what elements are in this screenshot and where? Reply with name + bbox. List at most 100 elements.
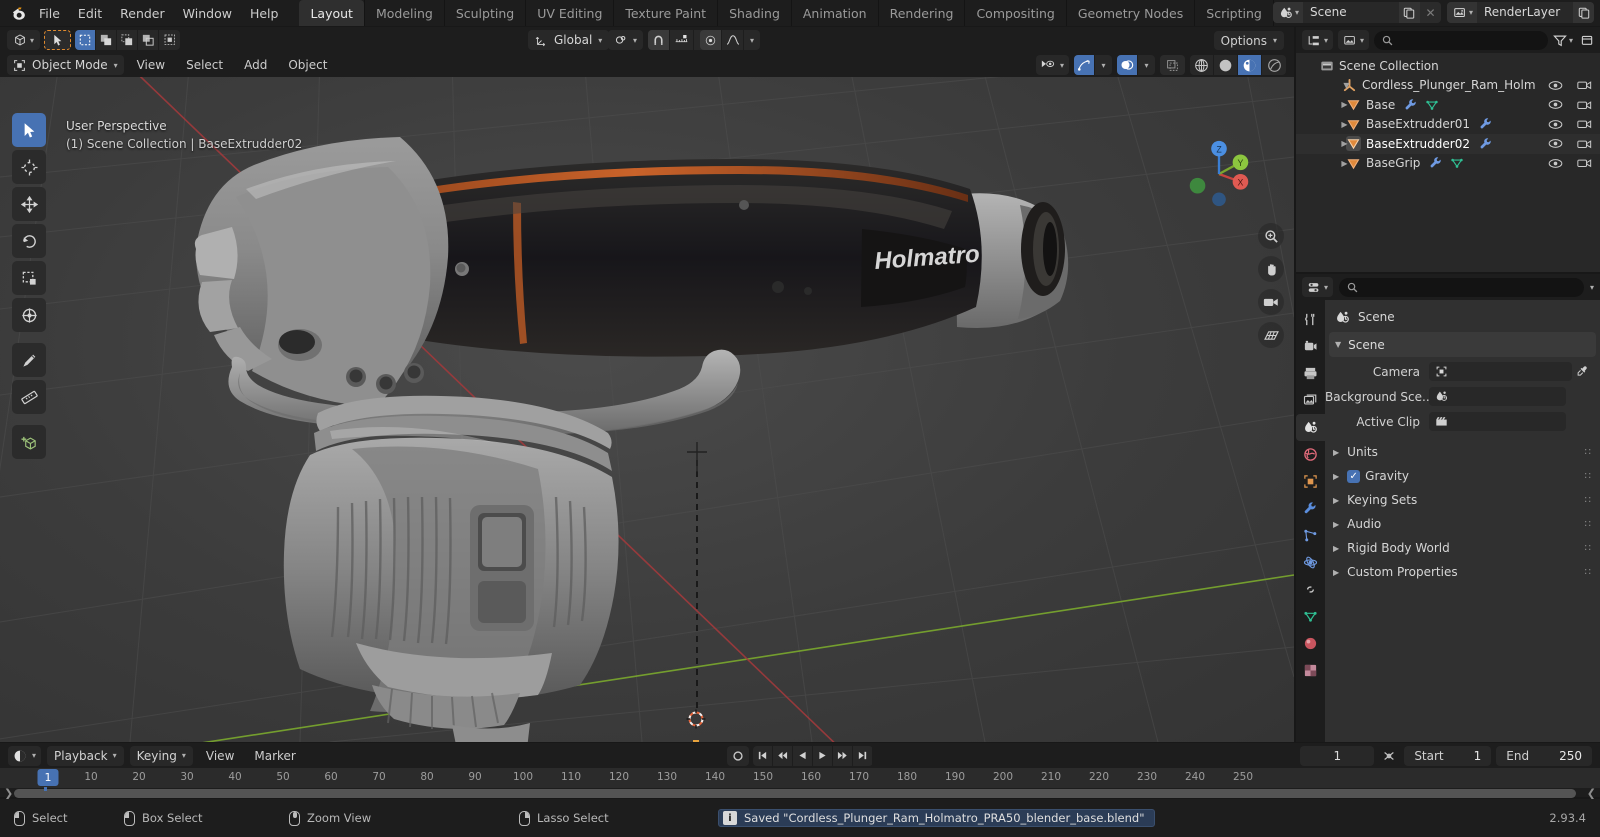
- outliner-row-baseextrudder01[interactable]: ▶ BaseExtrudder01: [1296, 115, 1600, 135]
- timeline-menu-view[interactable]: View: [199, 747, 241, 765]
- jump-to-start-icon[interactable]: [753, 745, 773, 766]
- properties-tab-physics[interactable]: [1296, 549, 1325, 576]
- workspace-tab-sculpting[interactable]: Sculpting: [443, 0, 525, 26]
- menu-help[interactable]: Help: [241, 3, 288, 24]
- outliner-row-basegrip[interactable]: ▶ BaseGrip: [1296, 154, 1600, 174]
- menu-render[interactable]: Render: [111, 3, 174, 24]
- tool-measure[interactable]: [12, 380, 46, 414]
- panel-audio[interactable]: ▶ Audio ∷: [1325, 512, 1600, 536]
- hide-in-viewport-eye-icon[interactable]: [1548, 119, 1563, 130]
- menu-window[interactable]: Window: [174, 3, 241, 24]
- menu-edit[interactable]: Edit: [69, 3, 111, 24]
- viewlayer-name[interactable]: RenderLayer: [1477, 2, 1573, 23]
- smooth-falloff-icon[interactable]: [722, 30, 744, 50]
- viewport-canvas[interactable]: Holmatro User Perspective (1) Scene Coll…: [0, 77, 1294, 742]
- select-difference-icon[interactable]: [159, 30, 180, 50]
- gizmo-chevron-down-icon[interactable]: ▾: [1095, 55, 1112, 75]
- viewport-menu-object[interactable]: Object: [280, 56, 335, 74]
- record-icon[interactable]: [727, 745, 749, 766]
- properties-tab-tool[interactable]: [1296, 306, 1325, 333]
- xray-toggle[interactable]: [1160, 55, 1185, 75]
- workspace-tab-shading[interactable]: Shading: [717, 0, 791, 26]
- properties-header-chevron-icon[interactable]: ▾: [1590, 283, 1594, 292]
- outliner-row-scene-collection[interactable]: Scene Collection: [1296, 56, 1600, 76]
- hide-in-viewport-eye-icon[interactable]: [1548, 80, 1563, 91]
- transform-orientation-dropdown[interactable]: Global ▾: [528, 30, 610, 50]
- panel-units[interactable]: ▶ Units ∷: [1325, 440, 1600, 464]
- pan-hand-icon[interactable]: [1258, 256, 1284, 282]
- overlays-chevron-down-icon[interactable]: ▾: [1138, 55, 1155, 75]
- prev-keyframe-icon[interactable]: [773, 745, 793, 766]
- panel-keying-sets[interactable]: ▶ Keying Sets ∷: [1325, 488, 1600, 512]
- disclosure-triangle-closed[interactable]: ▶: [1338, 100, 1351, 109]
- workspace-tab-layout[interactable]: Layout: [299, 0, 364, 26]
- jump-to-end-icon[interactable]: [853, 745, 873, 766]
- disable-in-renders-camera-icon[interactable]: [1577, 79, 1592, 91]
- tool-cursor[interactable]: [12, 150, 46, 184]
- tool-scale[interactable]: [12, 261, 46, 295]
- frame-range-field[interactable]: Start 1: [1404, 745, 1492, 766]
- rendered-icon[interactable]: [1262, 55, 1286, 75]
- outliner-row-baseextrudder02[interactable]: ▶ BaseExtrudder02: [1296, 134, 1600, 154]
- panel-custom-properties[interactable]: ▶ Custom Properties ∷: [1325, 560, 1600, 584]
- snap-increment-icon[interactable]: [670, 30, 694, 50]
- outliner-editor-type-button[interactable]: ▾: [1302, 30, 1334, 50]
- panel-rigid-body-world[interactable]: ▶ Rigid Body World ∷: [1325, 536, 1600, 560]
- panel-disclosure-open-icon[interactable]: ▼: [1335, 340, 1341, 349]
- blender-logo-icon[interactable]: [8, 2, 30, 24]
- proportional-edit-icon[interactable]: [700, 30, 722, 50]
- properties-tab-view-layer[interactable]: [1296, 387, 1325, 414]
- outliner-row-cordless-plunger[interactable]: ▼ Cordless_Plunger_Ram_Holm: [1296, 76, 1600, 96]
- frame-end-field[interactable]: End 250: [1496, 745, 1592, 766]
- sync-icon[interactable]: [1379, 749, 1399, 763]
- eyedropper-icon[interactable]: [1572, 365, 1592, 378]
- workspace-tab-texture-paint[interactable]: Texture Paint: [613, 0, 717, 26]
- pivot-point-dropdown[interactable]: ▾: [608, 30, 644, 50]
- wrench-icon[interactable]: [1404, 98, 1418, 112]
- properties-tab-render[interactable]: [1296, 333, 1325, 360]
- select-subtract-icon[interactable]: [117, 30, 139, 50]
- tool-annotate[interactable]: [12, 343, 46, 377]
- workspace-tab-uv-editing[interactable]: UV Editing: [525, 0, 613, 26]
- workspace-tab-scripting[interactable]: Scripting: [1194, 0, 1273, 26]
- playhead[interactable]: 1: [37, 769, 59, 786]
- tool-transform[interactable]: [12, 298, 46, 332]
- panel-disclosure-closed-icon[interactable]: ▶: [1333, 496, 1339, 505]
- disclosure-triangle-closed[interactable]: ▶: [1338, 159, 1351, 168]
- mesh-data-icon[interactable]: [1450, 156, 1464, 170]
- properties-tab-texture[interactable]: [1296, 657, 1325, 684]
- select-tool-active[interactable]: [44, 30, 72, 50]
- tool-move[interactable]: [12, 187, 46, 221]
- disable-in-renders-camera-icon[interactable]: [1577, 99, 1592, 111]
- properties-tab-object[interactable]: [1296, 468, 1325, 495]
- unlink-scene-button[interactable]: ✕: [1419, 2, 1441, 23]
- scene-name[interactable]: Scene: [1303, 2, 1399, 23]
- panel-disclosure-closed-icon[interactable]: ▶: [1333, 544, 1339, 553]
- hide-in-viewport-eye-icon[interactable]: [1548, 138, 1563, 149]
- navigation-gizmo[interactable]: Z Y X: [1180, 135, 1258, 213]
- properties-tab-constraints[interactable]: [1296, 576, 1325, 603]
- select-extend-icon[interactable]: [96, 30, 118, 50]
- properties-tab-output[interactable]: [1296, 360, 1325, 387]
- properties-tab-material[interactable]: [1296, 630, 1325, 657]
- falloff-chevron-down-icon[interactable]: ▾: [744, 30, 760, 50]
- active-clip-field[interactable]: [1429, 412, 1566, 431]
- camera-icon[interactable]: [1258, 289, 1284, 315]
- disclosure-triangle-closed[interactable]: ▶: [1338, 120, 1351, 129]
- panel-disclosure-closed-icon[interactable]: ▶: [1333, 520, 1339, 529]
- next-keyframe-icon[interactable]: [833, 745, 853, 766]
- wireframe-icon[interactable]: [1190, 55, 1214, 75]
- tool-tweak[interactable]: [12, 113, 46, 147]
- outliner-search-input[interactable]: [1374, 30, 1548, 50]
- properties-tab-scene[interactable]: [1296, 414, 1325, 441]
- viewport-options-button[interactable]: Options ▾: [1213, 31, 1284, 50]
- properties-editor-type-button[interactable]: ▾: [1302, 277, 1334, 297]
- disclosure-triangle-open[interactable]: ▼: [1340, 81, 1353, 90]
- solid-icon[interactable]: [1214, 55, 1238, 75]
- editor-type-3dview-icon[interactable]: ▾: [7, 30, 41, 50]
- workspace-tab-rendering[interactable]: Rendering: [877, 0, 965, 26]
- new-scene-button[interactable]: [1398, 2, 1420, 23]
- wrench-icon[interactable]: [1479, 117, 1493, 131]
- timeline-horizontal-scrollbar[interactable]: [14, 789, 1576, 798]
- viewport-menu-view[interactable]: View: [129, 56, 173, 74]
